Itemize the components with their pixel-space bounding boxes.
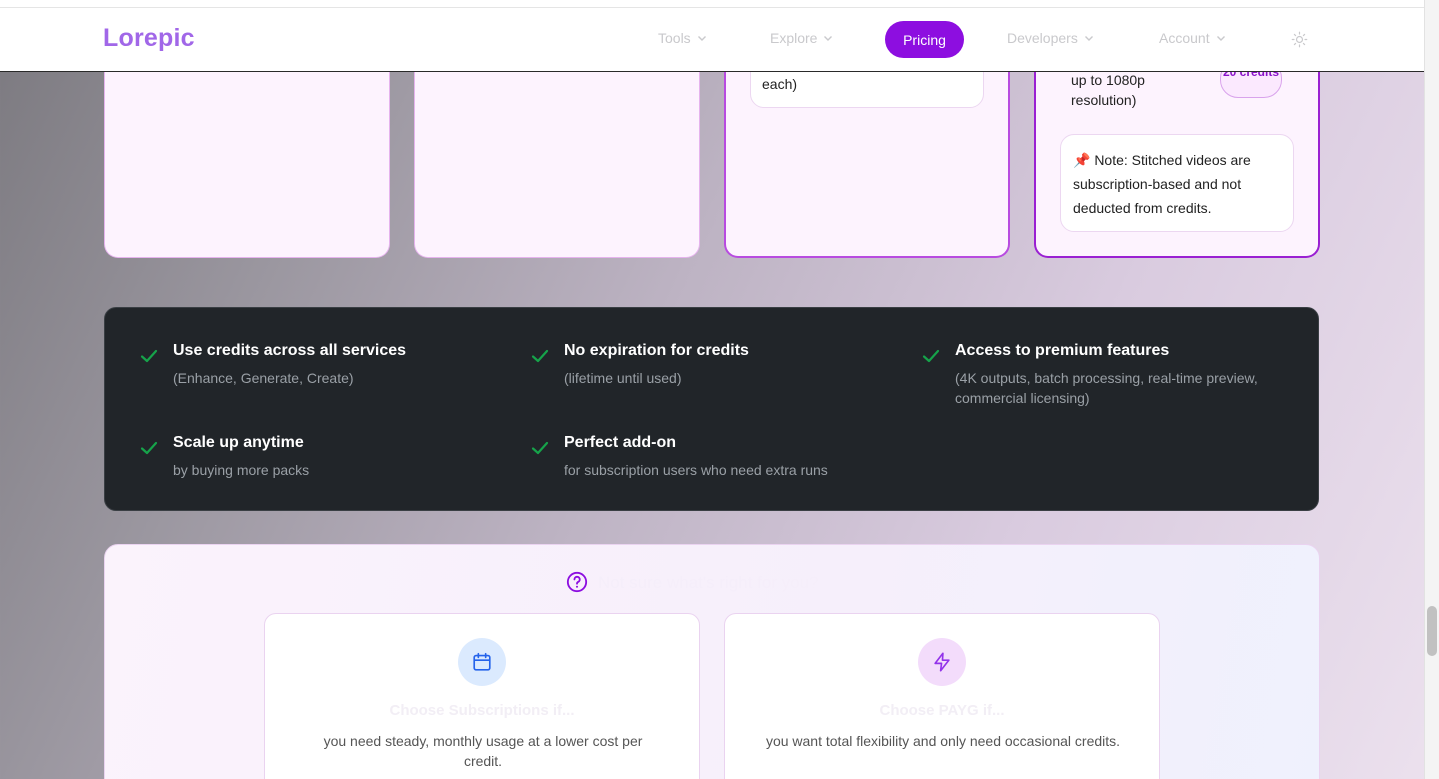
nav-developers-label: Developers xyxy=(1007,30,1078,46)
chevron-down-icon xyxy=(1216,36,1225,41)
pricing-card-1 xyxy=(104,40,390,258)
pricing-card-2 xyxy=(414,40,700,258)
feature-subtitle: (4K outputs, batch processing, real-time… xyxy=(955,370,1258,406)
features-panel: Use credits across all services (Enhance… xyxy=(104,307,1319,511)
lightning-icon-wrap xyxy=(918,638,966,686)
feature-subtitle: for subscription users who need extra ru… xyxy=(564,462,828,478)
nav-tools[interactable]: Tools xyxy=(658,30,707,46)
scrollbar-track[interactable] xyxy=(1424,0,1439,779)
question-circle-icon xyxy=(566,571,588,593)
nav-pricing[interactable]: Pricing xyxy=(885,21,964,58)
nav-explore-label: Explore xyxy=(770,30,818,46)
nav-account-label: Account xyxy=(1159,30,1210,46)
sun-icon[interactable] xyxy=(1291,31,1308,48)
feature-subtitle: (Enhance, Generate, Create) xyxy=(173,370,354,386)
feature-title: Access to premium features xyxy=(955,342,1170,359)
logo[interactable]: Lorepic xyxy=(103,24,195,53)
card3-info-text: each) xyxy=(762,76,798,92)
check-icon xyxy=(922,349,940,363)
check-icon xyxy=(140,349,158,363)
calendar-icon-wrap xyxy=(458,638,506,686)
chevron-down-icon xyxy=(824,36,833,41)
feature-title: Scale up anytime xyxy=(173,434,304,451)
feature-title: Use credits across all services xyxy=(173,342,407,359)
feature-title: Perfect add-on xyxy=(564,434,677,451)
nav-tools-label: Tools xyxy=(658,30,691,46)
check-icon xyxy=(531,441,549,455)
scrollbar-thumb[interactable] xyxy=(1427,606,1437,656)
navbar: Lorepic Tools Explore Pricing Developers… xyxy=(0,7,1424,72)
check-icon xyxy=(531,349,549,363)
choice-subscription-card: Choose Subscriptions if... you need stea… xyxy=(264,613,700,779)
choice-title: Choose Subscriptions if... xyxy=(389,702,575,719)
choice-title: Choose PAYG if... xyxy=(879,702,1005,719)
card4-info-text: up to 1080p resolution) xyxy=(1071,72,1145,108)
help-title: Not sure what's right for you? xyxy=(598,573,819,592)
nav-account[interactable]: Account xyxy=(1159,30,1226,46)
chevron-down-icon xyxy=(1084,36,1093,41)
feature-subtitle: by buying more packs xyxy=(173,462,310,478)
feature-subtitle: (lifetime until used) xyxy=(564,370,682,386)
choice-payg-card: Choose PAYG if... you want total flexibi… xyxy=(724,613,1160,779)
choice-description: you need steady, monthly usage at a lowe… xyxy=(323,733,643,769)
feature-title: No expiration for credits xyxy=(564,342,749,359)
check-icon xyxy=(140,441,158,455)
nav-developers[interactable]: Developers xyxy=(1007,30,1094,46)
lightning-icon xyxy=(934,652,950,672)
card4-note-text: 📌 Note: Stitched videos are subscription… xyxy=(1073,152,1251,216)
chevron-down-icon xyxy=(697,36,706,41)
nav-explore[interactable]: Explore xyxy=(770,30,833,46)
choice-description: you want total flexibility and only need… xyxy=(765,733,1121,749)
top-strip xyxy=(0,0,1424,7)
calendar-icon xyxy=(473,652,491,671)
